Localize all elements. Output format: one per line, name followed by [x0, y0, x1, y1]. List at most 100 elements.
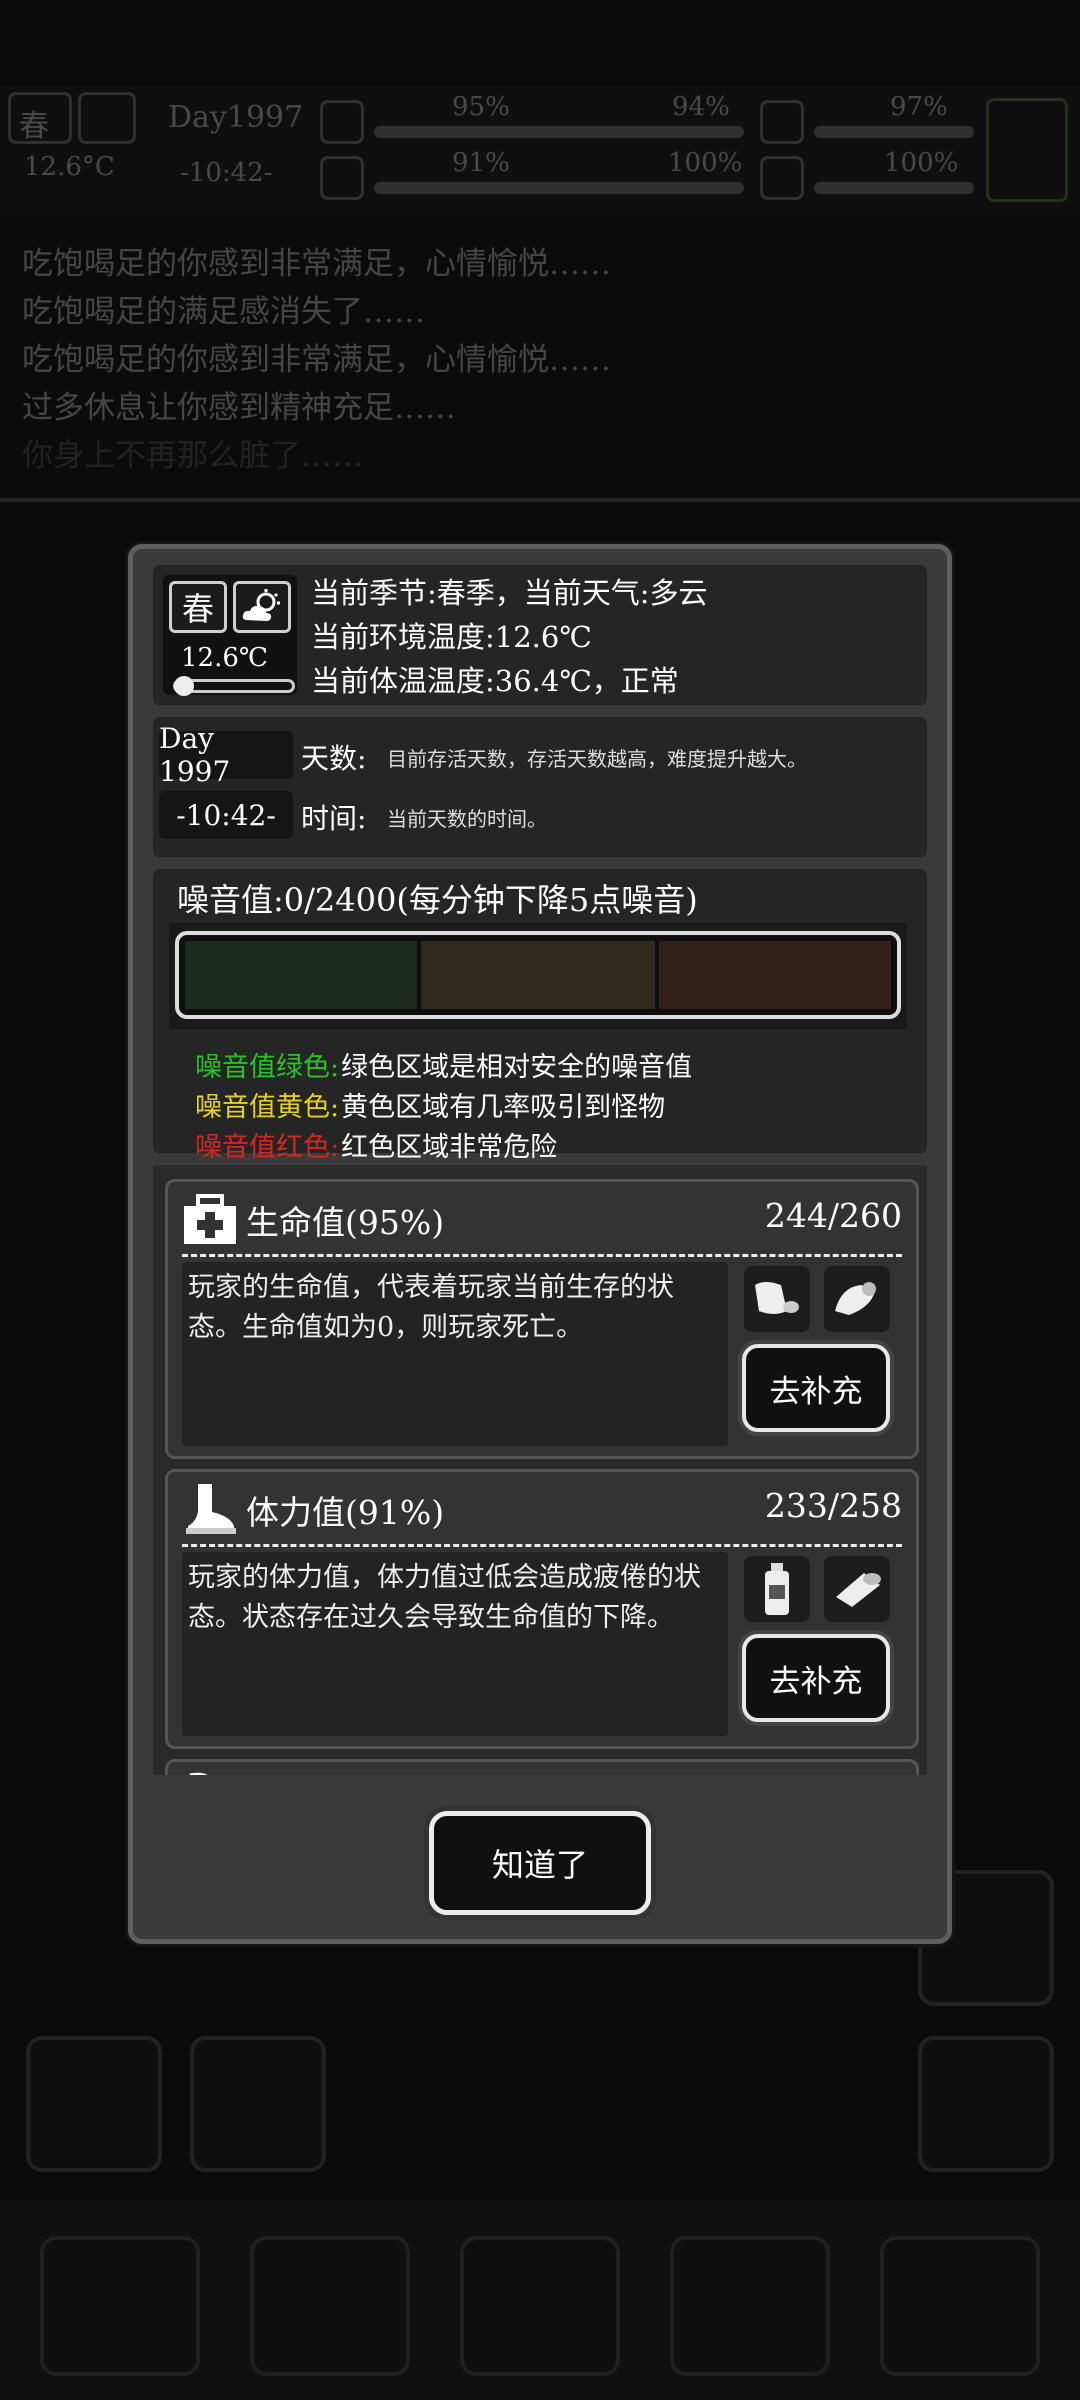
- card-value: 233/258: [764, 1486, 902, 1525]
- stat-card-list[interactable]: 生命值(95%) 244/260 玩家的生命值，代表着玩家当前生存的状态。生命值…: [153, 1165, 927, 1775]
- energy-drink-item-icon[interactable]: [744, 1556, 810, 1622]
- descend-button[interactable]: [918, 2036, 1054, 2172]
- log-line: 吃饱喝足的你感到非常满足，心情愉悦……: [22, 246, 611, 282]
- noise-meter: [175, 931, 901, 1019]
- legend-yellow: 噪音值黄色:黄色区域有几率吸引到怪物: [195, 1085, 665, 1124]
- gauze-roll-item-icon[interactable]: [824, 1266, 890, 1332]
- hunger-card-partial: [165, 1759, 919, 1775]
- boot-icon: [186, 1484, 236, 1534]
- body-temp-line: 当前体温温度:36.4℃，正常: [311, 664, 679, 698]
- health-icon: [320, 100, 364, 144]
- legend-green: 噪音值绿色:绿色区域是相对安全的噪音值: [195, 1045, 692, 1084]
- hud-bar-1: [374, 126, 744, 138]
- message-log: 吃饱喝足的你感到非常满足，心情愉悦…… 吃饱喝足的满足感消失了…… 吃饱喝足的你…: [22, 240, 1062, 480]
- hud-stat-2: 94%: [672, 92, 730, 122]
- card-header: 体力值(91%) 233/258: [182, 1480, 902, 1542]
- card-description: 玩家的体力值，体力值过低会造成疲倦的状态。状态存在过久会导致生命值的下降。: [188, 1562, 701, 1633]
- log-line: 吃饱喝足的你感到非常满足，心情愉悦……: [22, 342, 611, 378]
- noise-section: 噪音值:0/2400(每分钟下降5点噪音) 噪音值绿色:绿色区域是相对安全的噪音…: [153, 869, 927, 1163]
- log-line: 吃饱喝足的满足感消失了……: [22, 294, 425, 330]
- bandage-item-icon[interactable]: [744, 1266, 810, 1332]
- stamina-card: 体力值(91%) 233/258 玩家的体力值，体力值过低会造成疲倦的状态。状态…: [165, 1469, 919, 1749]
- season-label: 春: [181, 590, 214, 628]
- legend-red: 噪音值红色:红色区域非常危险: [195, 1125, 557, 1164]
- stamina-icon: [320, 156, 364, 200]
- card-divider: [182, 1544, 902, 1547]
- card-title: 体力值(91%): [246, 1493, 445, 1532]
- hud-stat-4: 91%: [452, 148, 510, 178]
- env-temp-line: 当前环境温度:12.6℃: [311, 620, 592, 654]
- noise-yellow-zone: [421, 941, 655, 1009]
- hud-bar-2: [374, 182, 744, 194]
- day-value: Day 1997: [159, 722, 293, 788]
- hud-stat-1: 95%: [452, 92, 510, 122]
- legend-yellow-text: 黄色区域有几率吸引到怪物: [341, 1092, 666, 1123]
- season-weather-panel: 春 12.6℃: [163, 575, 297, 696]
- time-description: 当前天数的时间。: [387, 807, 547, 831]
- hud-bar-3: [814, 126, 974, 138]
- first-aid-kit-icon: [184, 1194, 236, 1244]
- season-info-text: 当前季节:春季，当前天气:多云 当前环境温度:12.6℃ 当前体温温度:36.4…: [311, 571, 708, 703]
- day-label: 天数:: [301, 742, 367, 775]
- hunger-icon: [760, 100, 804, 144]
- card-divider: [182, 1254, 902, 1257]
- noise-title: 噪音值:0/2400(每分钟下降5点噪音): [177, 881, 698, 919]
- season-icon: 春: [169, 581, 227, 633]
- menu-button[interactable]: [880, 2236, 1040, 2376]
- canned-food-item-icon[interactable]: [824, 1556, 890, 1622]
- health-refill-button[interactable]: 去补充: [742, 1344, 890, 1432]
- journal-button[interactable]: [460, 2236, 620, 2376]
- skills-brain-button[interactable]: [250, 2236, 410, 2376]
- status-info-dialog: 春 12.6℃ 当前季节:春季，当前天气:多云 当前环境温度:12.6℃ 当前体…: [128, 544, 952, 1944]
- bottom-nav: [0, 2200, 1080, 2400]
- temperature-label: 12.6℃: [181, 643, 268, 673]
- stamina-refill-button[interactable]: 去补充: [742, 1634, 890, 1722]
- weather-icon: [78, 92, 136, 144]
- health-card: 生命值(95%) 244/260 玩家的生命值，代表着玩家当前生存的状态。生命值…: [165, 1179, 919, 1459]
- hud-stat-6: 100%: [884, 148, 959, 178]
- noise-red-zone: [659, 941, 891, 1009]
- equipment-slot: [986, 98, 1068, 202]
- card-title: 生命值(95%): [246, 1203, 445, 1242]
- cloud-sun-icon: [242, 589, 280, 621]
- card-description: 玩家的生命值，代表着玩家当前生存的状态。生命值如为0，则玩家死亡。: [188, 1272, 674, 1343]
- status-hud: 春 12.6°C Day1997 -10:42- 95% 94% 97% 91%…: [0, 86, 1080, 216]
- stomach-icon: [189, 1772, 208, 1775]
- legend-red-key: 噪音值红色:: [195, 1132, 340, 1163]
- season-weather-line: 当前季节:春季，当前天气:多云: [311, 576, 708, 610]
- log-line: 过多休息让你感到精神充足……: [22, 390, 456, 426]
- legend-red-text: 红色区域非常危险: [341, 1132, 558, 1163]
- hud-season-label: 春: [19, 109, 49, 144]
- thermometer-icon: [173, 676, 295, 696]
- log-line: 你身上不再那么脏了……: [22, 438, 363, 474]
- run-button[interactable]: [190, 2036, 326, 2172]
- season-icon: 春: [8, 92, 72, 144]
- card-body: 玩家的体力值，体力值过低会造成疲倦的状态。状态存在过久会导致生命值的下降。: [182, 1552, 728, 1736]
- legend-yellow-key: 噪音值黄色:: [195, 1092, 340, 1123]
- interact-button[interactable]: [26, 2036, 162, 2172]
- card-value: 244/260: [764, 1196, 902, 1235]
- cloudy-weather-icon: [233, 581, 291, 633]
- day-description: 目前存活天数，存活天数越高，难度提升越大。: [387, 747, 807, 771]
- card-header: 生命值(95%) 244/260: [182, 1190, 902, 1252]
- time-value: -10:42-: [159, 791, 293, 839]
- log-divider: [0, 498, 1080, 502]
- hud-temperature: 12.6°C: [24, 152, 115, 182]
- noise-green-zone: [185, 941, 417, 1009]
- mood-icon: [760, 156, 804, 200]
- card-body: 玩家的生命值，代表着玩家当前生存的状态。生命值如为0，则玩家死亡。: [182, 1262, 728, 1446]
- legend-green-key: 噪音值绿色:: [195, 1052, 340, 1083]
- hud-day: Day1997: [168, 100, 304, 135]
- storage-chest-button[interactable]: [40, 2236, 200, 2376]
- hud-stat-3: 97%: [890, 92, 948, 122]
- time-label: 时间:: [301, 802, 367, 835]
- hud-time: -10:42-: [180, 158, 273, 188]
- acknowledge-button[interactable]: 知道了: [429, 1811, 651, 1915]
- legend-green-text: 绿色区域是相对安全的噪音值: [341, 1052, 693, 1083]
- day-time-section: Day 1997 天数: 目前存活天数，存活天数越高，难度提升越大。 -10:4…: [153, 717, 927, 857]
- shop-cart-button[interactable]: [670, 2236, 830, 2376]
- noise-meter-frame: [169, 923, 907, 1029]
- hud-stat-5: 100%: [668, 148, 743, 178]
- season-section: 春 12.6℃ 当前季节:春季，当前天气:多云 当前环境温度:12.6℃ 当前体…: [153, 565, 927, 705]
- hud-bar-4: [814, 182, 974, 194]
